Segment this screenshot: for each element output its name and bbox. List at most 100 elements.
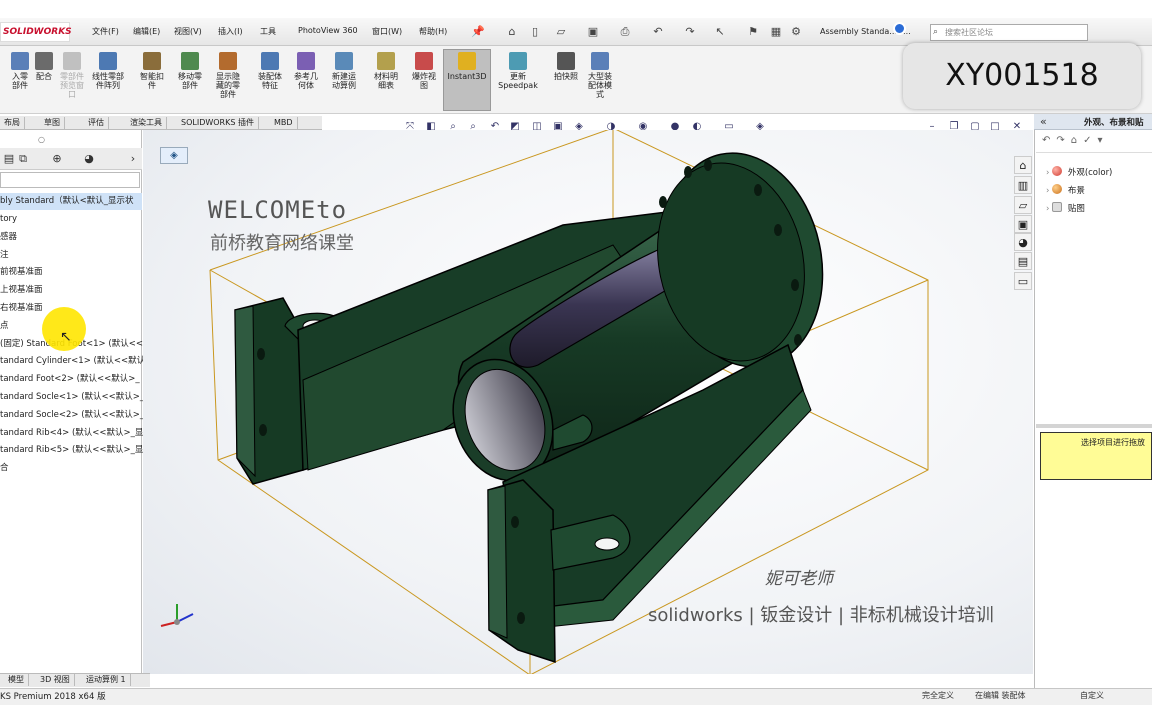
drag-hint-box: 选择项目进行拖放 (1040, 432, 1152, 480)
ribbon-button-4[interactable]: 智能扣 件 (132, 52, 172, 90)
tree-item[interactable]: tandard Rib<5> (默认<<默认>_显 (0, 442, 143, 459)
tab-mbd[interactable]: MBD (270, 117, 298, 129)
open-folder-icon[interactable]: ▱ (553, 24, 569, 40)
view-selector-icon[interactable]: ◈ (160, 147, 188, 164)
ribbon-button-15[interactable]: 大型装 配体模 式 (580, 52, 620, 99)
ribbon-button-label: 智能扣 件 (140, 72, 164, 90)
ribbon-button-6[interactable]: 显示隐 藏的零 部件 (208, 52, 248, 99)
rebuild-icon[interactable]: ▦ (768, 24, 784, 40)
ribbon-button-icon (35, 52, 53, 70)
appearance-tree-item-color[interactable]: › 外观(color) (1046, 166, 1112, 180)
task-pane-toolbar[interactable]: ↶↷⌂✓▾ (1036, 135, 1152, 153)
taskpane-view-palette-icon[interactable]: ▣ (1014, 215, 1032, 233)
ribbon-button-icon (297, 52, 315, 70)
redo-icon[interactable]: ↷ (682, 24, 698, 40)
tree-item[interactable]: tandard Rib<4> (默认<<默认>_显 (0, 425, 143, 442)
menu-window[interactable]: 窗口(W) (372, 26, 402, 40)
home-icon[interactable]: ⌂ (504, 24, 520, 40)
menu-help[interactable]: 帮助(H) (419, 26, 447, 40)
video-id-badge: XY001518 (903, 43, 1141, 109)
tree-item[interactable]: 合 (0, 460, 9, 477)
bottom-margin (0, 705, 1152, 720)
ribbon-button-3[interactable]: 线性零部 件阵列 (88, 52, 128, 90)
task-pane-splitter[interactable] (1036, 424, 1152, 428)
search-icon: ⌕ (933, 27, 939, 37)
search-placeholder: 搜索社区论坛 (945, 28, 993, 37)
tree-item[interactable]: 上视基准面 (0, 282, 43, 299)
welcome-subtitle: 前桥教育网络课堂 (210, 233, 354, 254)
status-custom-units[interactable]: 自定义 (1080, 690, 1104, 701)
gear-icon[interactable]: ⚙ (788, 24, 804, 40)
chevron-right-icon[interactable]: › (124, 151, 142, 167)
expand-arrow-icon[interactable]: › (1046, 168, 1049, 178)
taskpane-home-icon[interactable]: ⌂ (1014, 156, 1032, 174)
display-manager-icon[interactable]: ◕ (80, 151, 98, 167)
taskpane-file-explorer-icon[interactable]: ▱ (1014, 196, 1032, 214)
double-chevron-left-icon[interactable]: « (1040, 115, 1047, 128)
traffic-light-icon[interactable]: ⚑ (745, 24, 761, 40)
tree-root-assembly[interactable]: bly Standard（默认<默认_显示状 (0, 193, 142, 210)
menu-photoview[interactable]: PhotoView 360 (298, 26, 358, 40)
ribbon-button-label: 拍快照 (554, 72, 578, 81)
taskpane-appearances-icon[interactable]: ◕ (1014, 233, 1032, 251)
tab-render-tools[interactable]: 渲染工具 (126, 117, 167, 129)
undo-icon[interactable]: ↶ (650, 24, 666, 40)
decal-label: 贴图 (1067, 204, 1085, 214)
dimxpert-icon[interactable]: ⊕ (48, 151, 66, 167)
ribbon-button-8[interactable]: 参考几 何体 (286, 52, 326, 90)
new-document-icon[interactable]: ▯ (527, 24, 543, 40)
ribbon-button-9[interactable]: 新建运 动算例 (324, 52, 364, 90)
tree-item[interactable]: tandard Socle<2> (默认<<默认>_ (0, 407, 144, 424)
brand-tagline: solidworks | 钣金设计 | 非标机械设计培训 (648, 605, 994, 626)
search-input[interactable]: ⌕ 搜索社区论坛 (930, 24, 1088, 41)
configuration-manager-icon[interactable]: ⧉ (14, 151, 32, 167)
ribbon-button-label: 线性零部 件阵列 (92, 72, 124, 90)
ribbon-button-5[interactable]: 移动零 部件 (170, 52, 210, 90)
taskpane-custom-properties-icon[interactable]: ▤ (1014, 252, 1032, 270)
tree-item[interactable]: tandard Cylinder<1> (默认<<默认 (0, 353, 145, 370)
tree-item[interactable]: 感器 (0, 229, 17, 246)
tree-item[interactable]: 前视基准面 (0, 264, 43, 281)
menu-edit[interactable]: 编辑(E) (133, 26, 160, 40)
print-icon[interactable]: ⎙ (617, 24, 633, 40)
status-editing-assembly: 在编辑 装配体 (975, 691, 1026, 700)
status-product-text: KS Premium 2018 x64 版 (0, 692, 106, 702)
ribbon-button-11[interactable]: 爆炸视 图 (404, 52, 444, 90)
pin-icon[interactable]: 📌 (470, 24, 486, 40)
appearance-tree-item-decal[interactable]: › 贴图 (1046, 202, 1085, 216)
tab-sketch[interactable]: 草图 (40, 117, 65, 129)
tab-model[interactable]: 模型 (4, 674, 29, 686)
tab-layout[interactable]: 布局 (0, 117, 25, 129)
ribbon-button-13[interactable]: 更新 Speedpak (498, 52, 538, 90)
drag-hint-text: 选择项目进行拖放 (1081, 438, 1145, 447)
tree-item[interactable]: 点 (0, 318, 9, 335)
decal-icon (1052, 202, 1063, 212)
select-arrow-icon[interactable]: ↖ (712, 24, 728, 40)
tab-motion-study[interactable]: 运动算例 1 (82, 674, 131, 686)
menu-view[interactable]: 视图(V) (174, 26, 202, 40)
tree-item[interactable]: tory (0, 211, 17, 228)
tab-3d-view[interactable]: 3D 视图 (36, 674, 75, 686)
menu-tools[interactable]: 工具 (260, 26, 276, 40)
tree-filter-input[interactable] (0, 172, 140, 188)
tree-item[interactable]: tandard Foot<2> (默认<<默认>_ (0, 371, 140, 388)
appearance-tree-item-scene[interactable]: › 布景 (1046, 184, 1085, 198)
expand-arrow-icon[interactable]: › (1046, 204, 1049, 214)
ribbon-button-7[interactable]: 装配体 特征 (250, 52, 290, 90)
tab-evaluate[interactable]: 评估 (84, 117, 109, 129)
menu-insert[interactable]: 插入(I) (218, 26, 243, 40)
tab-solidworks-addins[interactable]: SOLIDWORKS 插件 (177, 117, 259, 129)
tree-item[interactable]: 右视基准面 (0, 300, 43, 317)
status-fully-defined: 完全定义 (922, 691, 954, 700)
taskpane-forum-icon[interactable]: ▭ (1014, 272, 1032, 290)
expand-arrow-icon[interactable]: › (1046, 186, 1049, 196)
ribbon-button-2[interactable]: 零部件 预览窗 口 (52, 52, 92, 99)
menu-file[interactable]: 文件(F) (92, 26, 119, 40)
ribbon-button-10[interactable]: 材料明 细表 (366, 52, 406, 90)
save-icon[interactable]: ▣ (585, 24, 601, 40)
taskpane-design-library-icon[interactable]: ▥ (1014, 176, 1032, 194)
ribbon-button-icon (143, 52, 161, 70)
tree-item[interactable]: tandard Socle<1> (默认<<默认>_ (0, 389, 144, 406)
tree-item[interactable]: 注 (0, 247, 9, 264)
ribbon-button-12[interactable]: Instant3D (447, 52, 487, 81)
